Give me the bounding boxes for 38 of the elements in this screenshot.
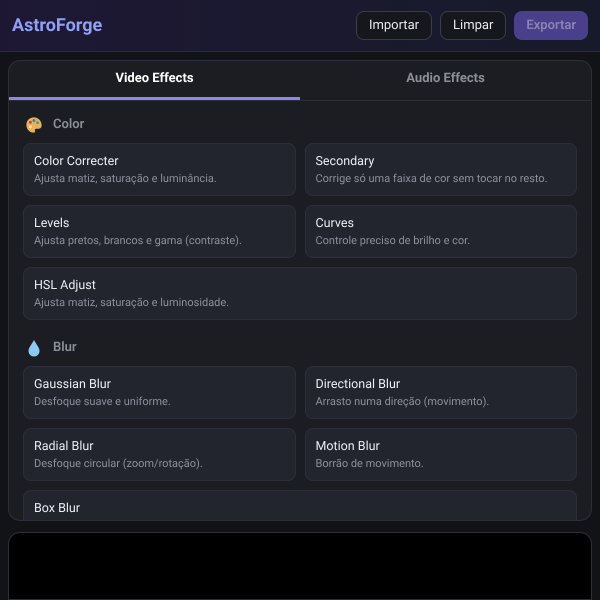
- header-button[interactable]: Importar: [356, 11, 432, 40]
- effect-name: Radial Blur: [34, 439, 94, 455]
- effect-card[interactable]: Radial Blur Desfoque circular (zoom/rotação).: [23, 428, 296, 481]
- effect-name: Box Blur: [34, 501, 82, 517]
- section-heading: Blur: [53, 339, 77, 358]
- effect-name: Motion Blur: [316, 439, 381, 455]
- effect-description: Ajusta matiz, saturação e luminosidade.: [34, 296, 230, 310]
- effect-card[interactable]: Secondary Corrige só uma faixa de cor sem tocar no resto.: [304, 143, 577, 196]
- section-heading: Color: [53, 116, 84, 134]
- effect-description: Ajusta pretos, brancos e gama (contraste).: [34, 234, 243, 248]
- header-button[interactable]: Limpar: [440, 11, 506, 40]
- effect-name: Color Correcter: [34, 154, 120, 170]
- effect-description: Ajusta matiz, saturação e luminância.: [34, 172, 218, 186]
- effect-name: Levels: [34, 216, 70, 232]
- effect-name: HSL Adjust: [34, 278, 97, 294]
- effect-card[interactable]: Gaussian Blur Desfoque suave e uniforme.: [23, 366, 296, 419]
- droplet-icon: [27, 339, 41, 357]
- effect-card[interactable]: HSL Adjust Ajusta matiz, saturação e luminosidade.: [23, 267, 577, 320]
- effect-name: Directional Blur: [316, 377, 402, 393]
- app-title: AstroForge: [12, 14, 102, 38]
- tab[interactable]: Audio Effects: [300, 61, 591, 100]
- effect-name: Curves: [316, 216, 355, 232]
- effect-description: Desfoque suave e uniforme.: [34, 395, 172, 409]
- effect-description: Desfoque circular (zoom/rotação).: [34, 457, 204, 471]
- effect-description: Corrige só uma faixa de cor sem tocar no resto.: [316, 172, 549, 186]
- effect-name: Secondary: [316, 154, 376, 170]
- effect-description: Controle preciso de brilho e cor.: [316, 234, 472, 248]
- effect-card[interactable]: Levels Ajusta pretos, brancos e gama (contraste).: [23, 205, 296, 258]
- effect-card[interactable]: Motion Blur Borrão de movimento.: [304, 428, 577, 481]
- effect-name: Gaussian Blur: [34, 377, 112, 393]
- effect-card[interactable]: Curves Controle preciso de brilho e cor.: [304, 205, 577, 258]
- tab[interactable]: Video Effects: [9, 61, 300, 100]
- palette-icon: [25, 116, 43, 134]
- effect-card[interactable]: Directional Blur Arrasto numa direção (movimento).: [304, 366, 577, 419]
- effect-card[interactable]: Color Correcter Ajusta matiz, saturação e luminância.: [23, 143, 296, 196]
- effect-card[interactable]: Box Blur: [23, 490, 577, 520]
- effect-description: Borrão de movimento.: [316, 457, 425, 471]
- effect-description: Arrasto numa direção (movimento).: [316, 395, 490, 409]
